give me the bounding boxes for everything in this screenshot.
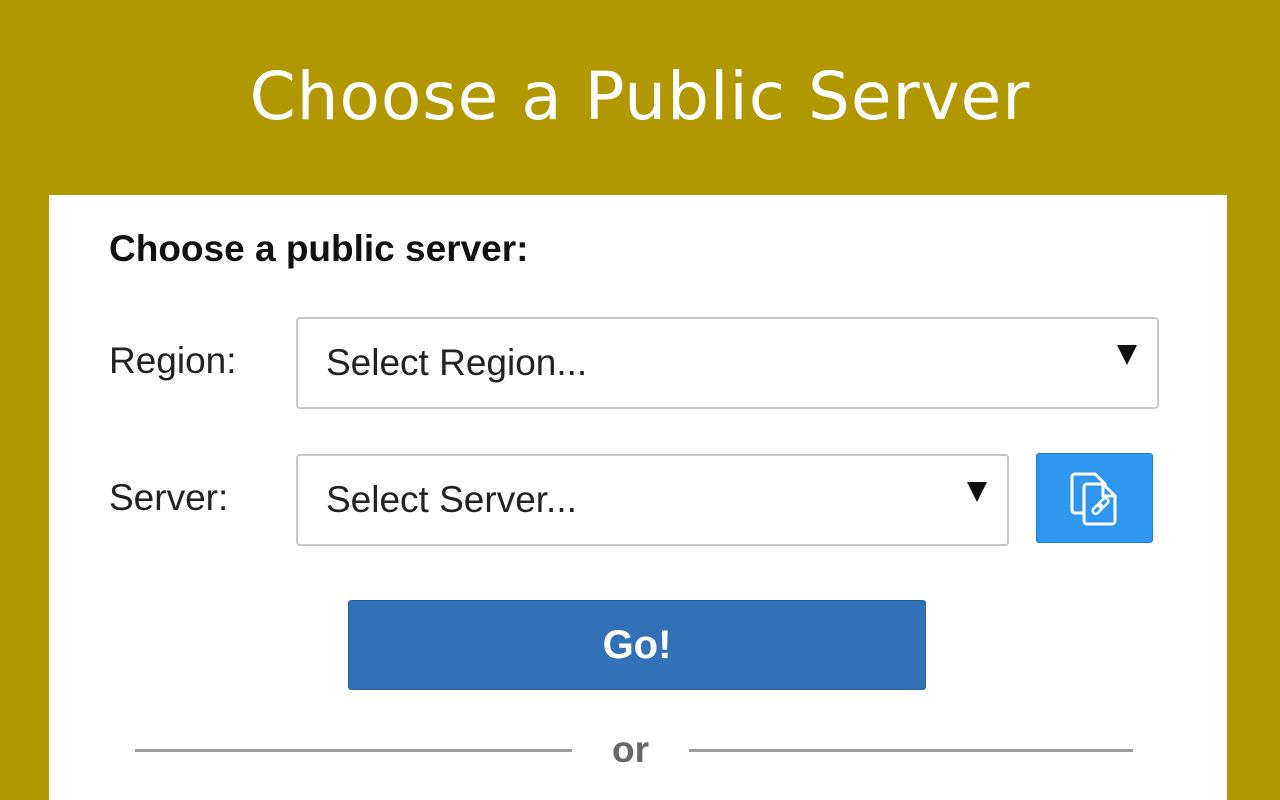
go-button[interactable]: Go! xyxy=(348,600,926,690)
region-select-value: Select Region... xyxy=(326,342,588,383)
server-label: Server: xyxy=(109,477,229,518)
server-select[interactable]: Select Server... xyxy=(296,454,1009,546)
dropdown-arrow-icon xyxy=(967,482,987,502)
server-selection-card: Choose a public server: Region: Select R… xyxy=(49,195,1227,800)
divider-line-left xyxy=(135,749,572,752)
copy-server-link-button[interactable] xyxy=(1036,453,1153,543)
form-heading: Choose a public server: xyxy=(109,228,529,269)
server-select-value: Select Server... xyxy=(326,479,577,520)
region-label: Region: xyxy=(109,340,237,381)
divider-or-text: or xyxy=(612,729,649,770)
divider-line-right xyxy=(689,749,1133,752)
dropdown-arrow-icon xyxy=(1117,345,1137,365)
region-select[interactable]: Select Region... xyxy=(296,317,1159,409)
copy-link-icon xyxy=(1070,472,1116,526)
page-title: Choose a Public Server xyxy=(249,58,1031,135)
